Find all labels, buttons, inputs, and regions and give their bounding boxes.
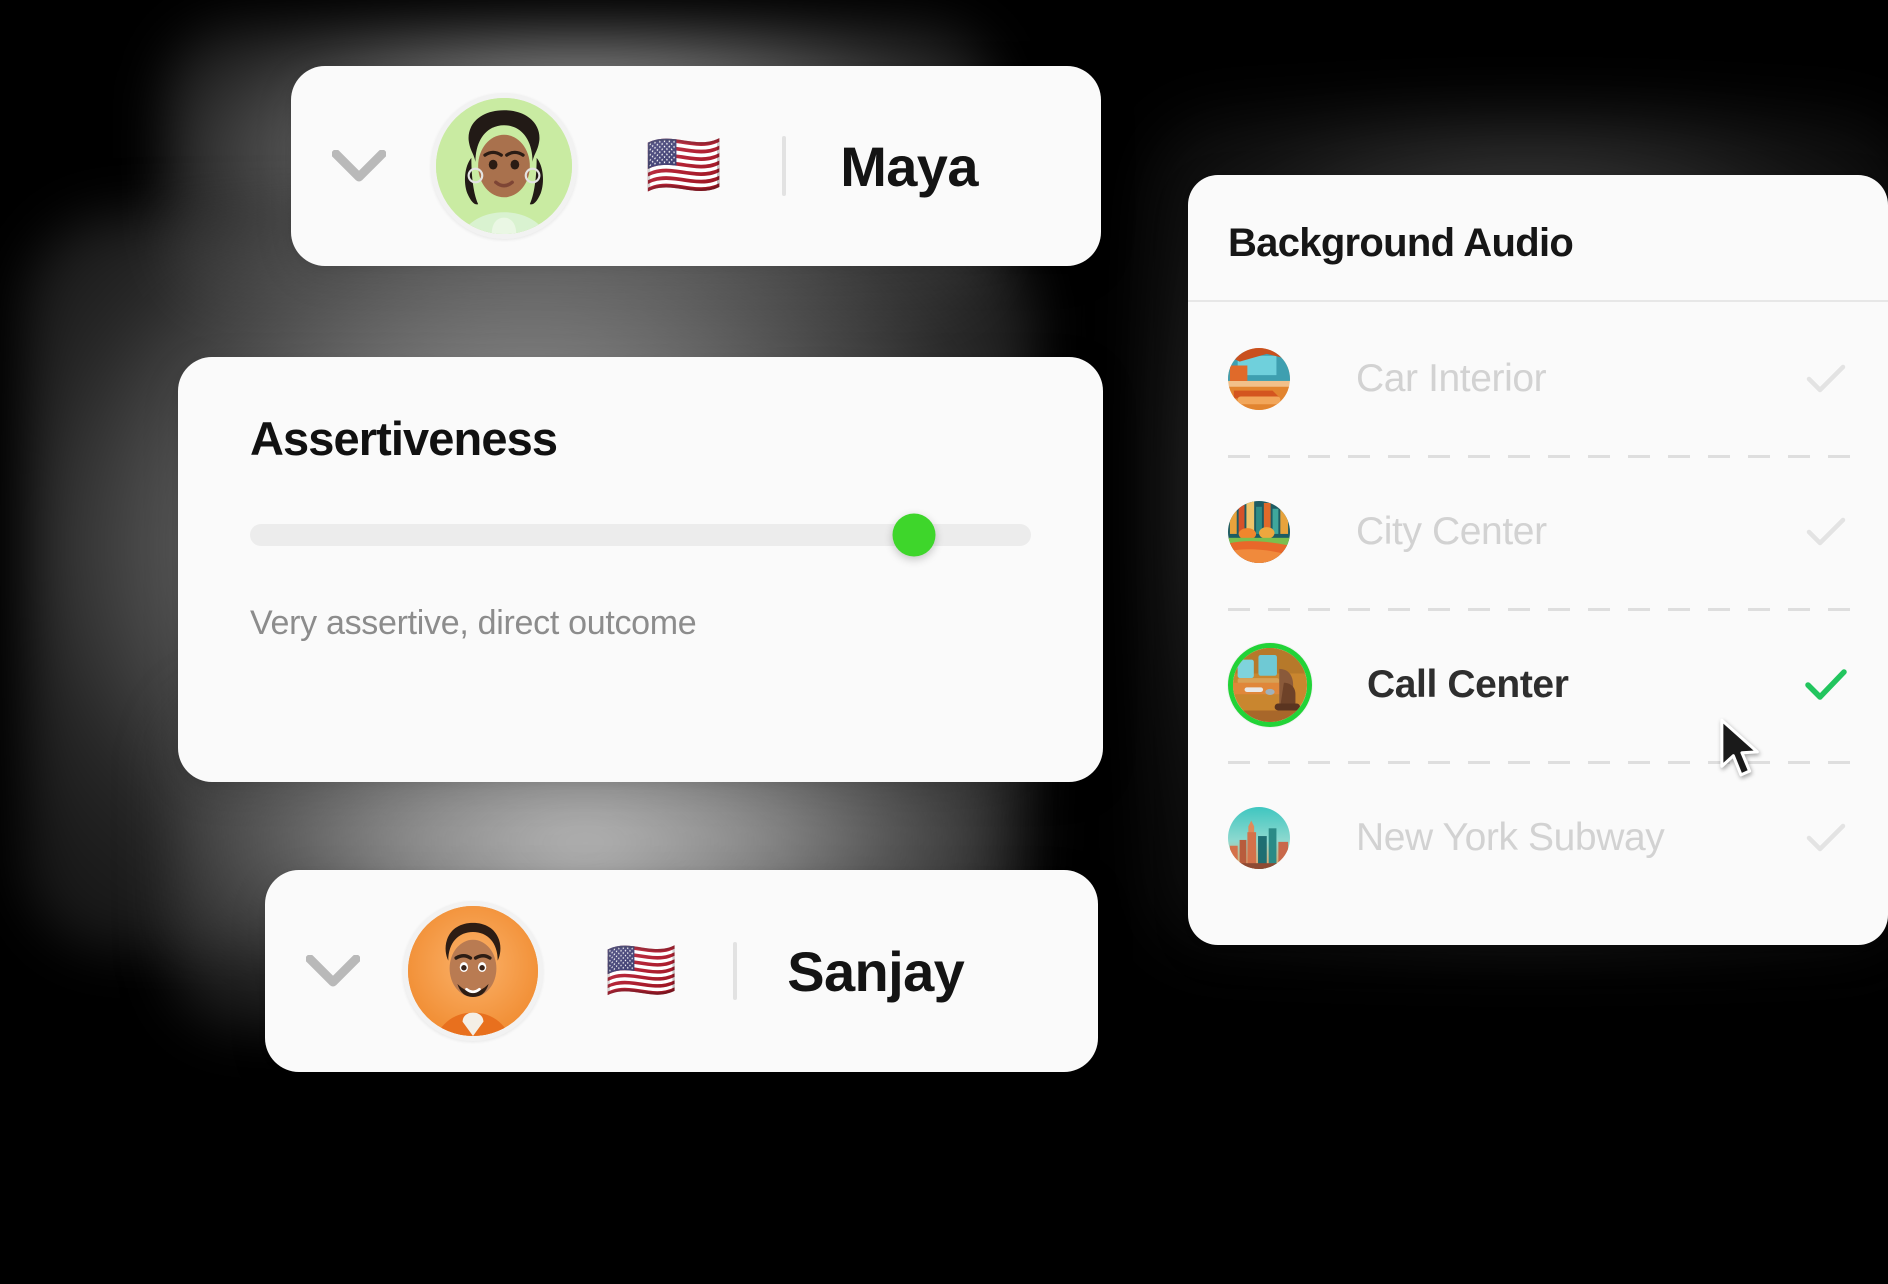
speaker-name-maya: Maya [840,134,978,198]
check-icon [1804,510,1848,554]
us-flag: 🇺🇸 [645,131,723,200]
chevron-down-icon[interactable] [305,943,361,999]
thumb-city-center [1228,500,1290,563]
audio-option-label: Call Center [1367,662,1569,706]
background-audio-panel: Background Audio Car Interior City Cente… [1188,175,1888,945]
assertiveness-card: Assertiveness Very assertive, direct out… [178,357,1103,782]
panel-header: Background Audio [1188,175,1888,302]
check-icon [1804,663,1848,707]
us-flag: 🇺🇸 [605,938,678,1003]
audio-option-car-interior[interactable]: Car Interior [1188,302,1888,455]
avatar-sanjay [403,901,543,1041]
audio-option-label: City Center [1356,509,1547,553]
thumb-new-york-subway [1228,806,1290,869]
audio-option-new-york-subway[interactable]: New York Subway [1188,761,1888,914]
speaker-card-sanjay[interactable]: 🇺🇸 Sanjay [265,870,1098,1072]
speaker-card-maya[interactable]: 🇺🇸 Maya [291,66,1101,266]
assertiveness-title: Assertiveness [250,412,558,465]
chevron-down-icon[interactable] [331,138,387,194]
assertiveness-slider[interactable] [250,513,1031,557]
avatar-maya [431,93,577,239]
audio-option-label: New York Subway [1356,815,1665,859]
thumb-car-interior [1228,347,1290,410]
slider-thumb[interactable] [892,513,936,557]
screenshot-canvas: 🇺🇸 Maya Assertiveness Very assertive, di… [0,0,1888,1284]
check-icon [1804,816,1848,860]
audio-option-city-center[interactable]: City Center [1188,455,1888,608]
panel-title: Background Audio [1228,221,1574,265]
speaker-divider [733,942,738,1000]
speaker-name-sanjay: Sanjay [787,939,965,1003]
assertiveness-description: Very assertive, direct outcome [250,604,697,642]
audio-option-call-center[interactable]: Call Center [1188,608,1888,761]
speaker-divider [782,136,787,196]
check-icon [1804,357,1848,401]
audio-option-label: Car Interior [1356,356,1547,400]
background-audio-list: Car Interior City Center Call Center New… [1188,302,1888,914]
thumb-call-center [1228,642,1312,727]
